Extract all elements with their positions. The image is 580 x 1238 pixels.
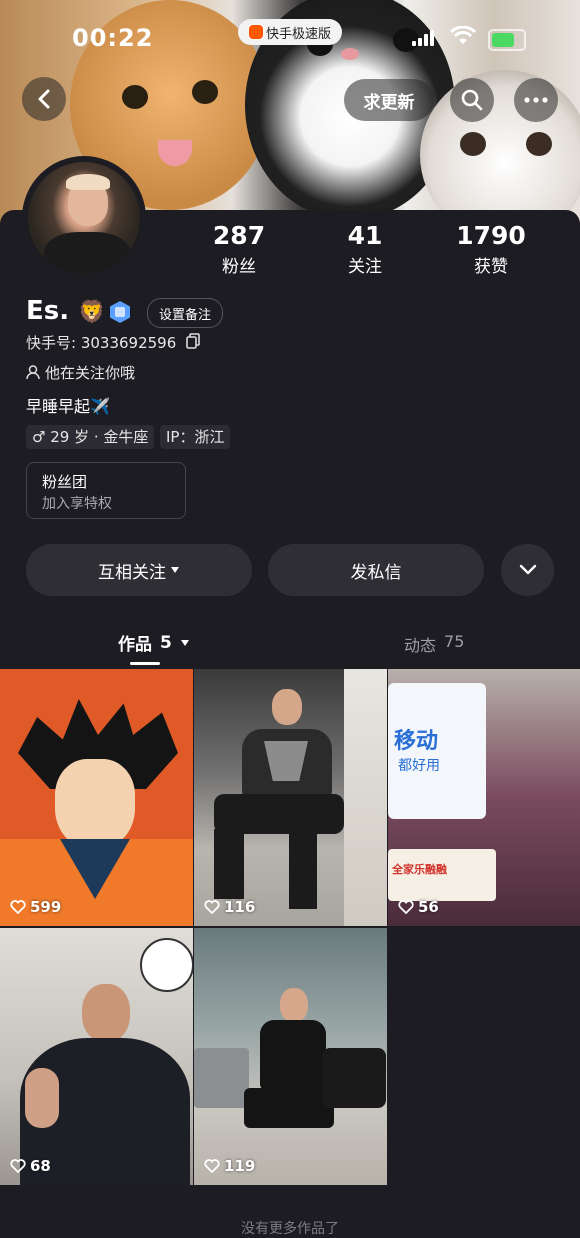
follows-you-row: 他在关注你哦 [26, 362, 135, 383]
stat-label: 关注 [348, 257, 382, 277]
profile-name: Es. 🦁 [26, 296, 106, 326]
stat-value: 1790 [456, 221, 526, 250]
stat-value: 287 [212, 221, 266, 250]
tab-dynamics[interactable]: 动态 75 [404, 632, 464, 656]
work-tile[interactable]: 移动 都好用 全家乐融融 56 [388, 669, 580, 926]
app-badge[interactable]: 快手极速版 [238, 19, 342, 45]
tab-indicator [130, 662, 160, 665]
bunny-sticker-icon [140, 938, 193, 992]
chevron-down-icon [519, 564, 536, 575]
avatar-photo [28, 162, 140, 274]
tile-likes: 119 [204, 1157, 255, 1175]
stat-label: 获赞 [474, 257, 508, 277]
set-remark-button[interactable]: 设置备注 [147, 298, 223, 328]
heart-icon [204, 1159, 220, 1173]
fan-group-card[interactable]: 粉丝团 加入享特权 [26, 462, 186, 519]
heart-icon [10, 1159, 26, 1173]
search-icon [461, 89, 483, 111]
tile-likes: 56 [398, 898, 439, 916]
more-dots-icon [524, 97, 548, 103]
ip-tag: IP：浙江 [160, 425, 231, 449]
work-tile[interactable]: 119 [194, 928, 387, 1185]
lion-emoji: 🦁 [78, 300, 106, 325]
caret-down-icon [171, 567, 179, 573]
search-button[interactable] [450, 78, 494, 122]
request-update-button[interactable]: 求更新 [344, 79, 434, 121]
stat-label: 粉丝 [222, 257, 256, 277]
stat-value: 41 [347, 221, 383, 250]
tile-paper: 移动 都好用 [388, 683, 486, 819]
person-icon [26, 365, 40, 380]
stat-likes[interactable]: 1790 获赞 [436, 221, 546, 277]
back-button[interactable] [22, 77, 66, 121]
status-time: 00:22 [72, 24, 154, 52]
no-more-works: 没有更多作品了 [241, 1221, 339, 1237]
tile-likes: 599 [10, 898, 61, 916]
avatar[interactable] [22, 156, 146, 280]
battery-icon [488, 29, 526, 51]
copy-icon[interactable] [186, 333, 200, 353]
work-tile[interactable]: 116 [194, 669, 387, 926]
tile-likes: 116 [204, 898, 255, 916]
age-tag: ♂ 29 岁 · 金牛座 [26, 425, 155, 449]
mutual-follow-button[interactable]: 互相关注 [26, 544, 252, 596]
tile-likes: 68 [10, 1157, 51, 1175]
tile-card: 全家乐融融 [388, 849, 496, 901]
verified-badge-icon [108, 300, 132, 324]
stat-fans[interactable]: 287 粉丝 [184, 221, 294, 277]
expand-button[interactable] [501, 544, 554, 596]
heart-icon [204, 900, 220, 914]
heart-icon [398, 900, 414, 914]
tab-works[interactable]: 作品 5 [118, 630, 190, 655]
send-message-button[interactable]: 发私信 [268, 544, 484, 596]
back-arrow-icon [38, 89, 50, 109]
kuaishou-logo-icon [248, 25, 263, 39]
stat-following[interactable]: 41 关注 [310, 221, 420, 277]
kuaishou-id: 快手号: 3033692596 [26, 334, 177, 352]
wifi-icon [449, 25, 477, 50]
signal-icon [412, 30, 436, 46]
caret-down-icon [180, 639, 189, 646]
heart-icon [10, 900, 26, 914]
bio: 早睡早起✈️ [26, 397, 110, 416]
more-button[interactable] [514, 78, 558, 122]
work-tile[interactable]: 68 [0, 928, 193, 1185]
work-tile[interactable]: 599 [0, 669, 193, 926]
